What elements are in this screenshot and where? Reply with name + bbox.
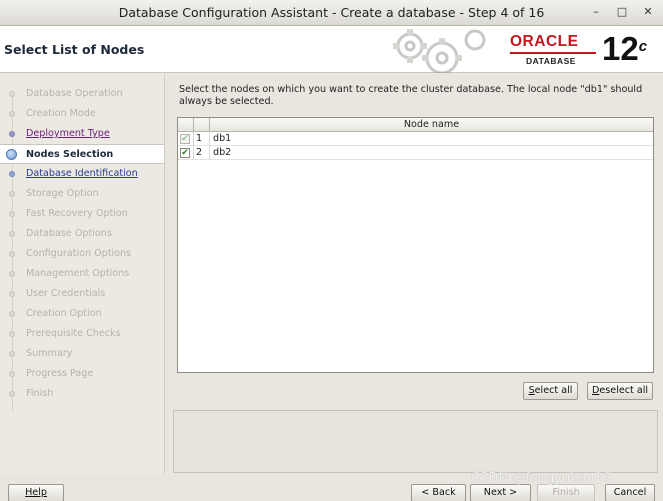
step-label: Summary [26, 348, 73, 359]
table-row[interactable]: ✔ 2 db2 [178, 146, 653, 160]
step-marker-icon [9, 371, 15, 377]
step-marker-icon [9, 231, 15, 237]
step-label: Database Options [26, 228, 112, 239]
step-label: Database Operation [26, 88, 123, 99]
oracle-logo: ORACLE DATABASE [510, 32, 596, 68]
header-checkbox-column [178, 118, 194, 132]
step-label: Deployment Type [26, 128, 110, 139]
step-marker-icon [6, 149, 17, 160]
select-all-label: elect all [534, 385, 573, 396]
help-label: Help [25, 487, 47, 498]
step-item: Database Options [0, 224, 164, 244]
step-item: Summary [0, 344, 164, 364]
step-item: Fast Recovery Option [0, 204, 164, 224]
node-name-cell: db2 [213, 147, 232, 158]
step-label: Fast Recovery Option [26, 208, 128, 219]
step-label: User Credentials [26, 288, 106, 299]
step-item: Progress Page [0, 364, 164, 384]
step-label: Finish [26, 388, 54, 399]
minimize-icon[interactable]: – [587, 3, 605, 21]
row-index: 2 [196, 147, 203, 158]
column-header-node-name[interactable]: Node name [210, 119, 653, 130]
table-header: Node name [178, 118, 653, 132]
step-marker-icon [9, 311, 15, 317]
node-checkbox: ✔ [180, 134, 190, 144]
message-panel [173, 410, 658, 473]
column-separator [209, 132, 210, 146]
window-title: Database Configuration Assistant - Creat… [118, 5, 545, 20]
step-marker-icon [9, 391, 15, 397]
close-icon[interactable]: ✕ [639, 3, 657, 21]
step-item[interactable]: Nodes Selection [0, 144, 164, 164]
cancel-button[interactable]: Cancel [605, 484, 655, 501]
step-label: Nodes Selection [26, 149, 114, 160]
step-item: Finish [0, 384, 164, 404]
column-separator [193, 132, 194, 146]
step-label: Creation Option [26, 308, 102, 319]
step-item[interactable]: Database Identification [0, 164, 164, 184]
brand-name: ORACLE [510, 33, 579, 50]
finish-button[interactable]: Finish [537, 484, 595, 501]
step-label: Management Options [26, 268, 130, 279]
next-button[interactable]: Next > [470, 484, 531, 501]
step-label: Creation Mode [26, 108, 96, 119]
step-marker-icon [9, 131, 15, 137]
maximize-icon[interactable]: □ [613, 3, 631, 21]
step-marker-icon [9, 91, 15, 97]
instruction-text: Select the nodes on which you want to cr… [179, 84, 643, 107]
step-marker-icon [9, 351, 15, 357]
step-item: User Credentials [0, 284, 164, 304]
step-label: Progress Page [26, 368, 94, 379]
row-index: 1 [196, 133, 203, 144]
deselect-all-label: eselect all [599, 385, 649, 396]
step-marker-icon [9, 211, 15, 217]
step-marker-icon [9, 111, 15, 117]
version-suffix: c [638, 38, 648, 55]
table-row[interactable]: ✔ 1 db1 [178, 132, 653, 146]
step-item[interactable]: Deployment Type [0, 124, 164, 144]
brand-underline [510, 52, 596, 54]
step-label: Storage Option [26, 188, 99, 199]
step-marker-icon [9, 191, 15, 197]
step-marker-icon [9, 291, 15, 297]
node-table: Node name ✔ 1 db1 ✔ 2 db2 [177, 117, 654, 373]
step-item: Storage Option [0, 184, 164, 204]
page-title: Select List of Nodes [4, 42, 145, 57]
step-marker-icon [9, 251, 15, 257]
step-marker-icon [9, 271, 15, 277]
column-separator [209, 146, 210, 160]
step-item: Management Options [0, 264, 164, 284]
back-button[interactable]: < Back [411, 484, 466, 501]
step-item: Creation Option [0, 304, 164, 324]
node-name-cell: db1 [213, 133, 232, 144]
step-label: Configuration Options [26, 248, 132, 259]
step-item: Prerequisite Checks [0, 324, 164, 344]
help-button[interactable]: Help [8, 484, 64, 501]
header-index-column [194, 118, 210, 132]
version-logo: 12c [602, 31, 647, 67]
title-bar: Database Configuration Assistant - Creat… [0, 0, 663, 26]
gears-icon [393, 29, 486, 73]
deselect-all-button[interactable]: Deselect all [587, 382, 653, 400]
column-separator [193, 146, 194, 160]
watermark-text: CSDN @fengyuhao16 [471, 471, 611, 486]
node-checkbox[interactable]: ✔ [180, 148, 190, 158]
step-label: Database Identification [26, 168, 138, 179]
select-all-button[interactable]: Select all [523, 382, 578, 400]
steps-sidebar: Database Operation Creation Mode Deploymen… [0, 74, 165, 474]
brand-subtitle: DATABASE [526, 56, 576, 66]
step-marker-icon [9, 171, 15, 177]
step-marker-icon [9, 331, 15, 337]
version-number: 12 [602, 30, 639, 67]
step-item: Database Operation [0, 84, 164, 104]
step-item: Configuration Options [0, 244, 164, 264]
header-banner: Select List of Nodes ORACLE DATABASE 12c [0, 26, 663, 73]
step-item: Creation Mode [0, 104, 164, 124]
step-label: Prerequisite Checks [26, 328, 121, 339]
